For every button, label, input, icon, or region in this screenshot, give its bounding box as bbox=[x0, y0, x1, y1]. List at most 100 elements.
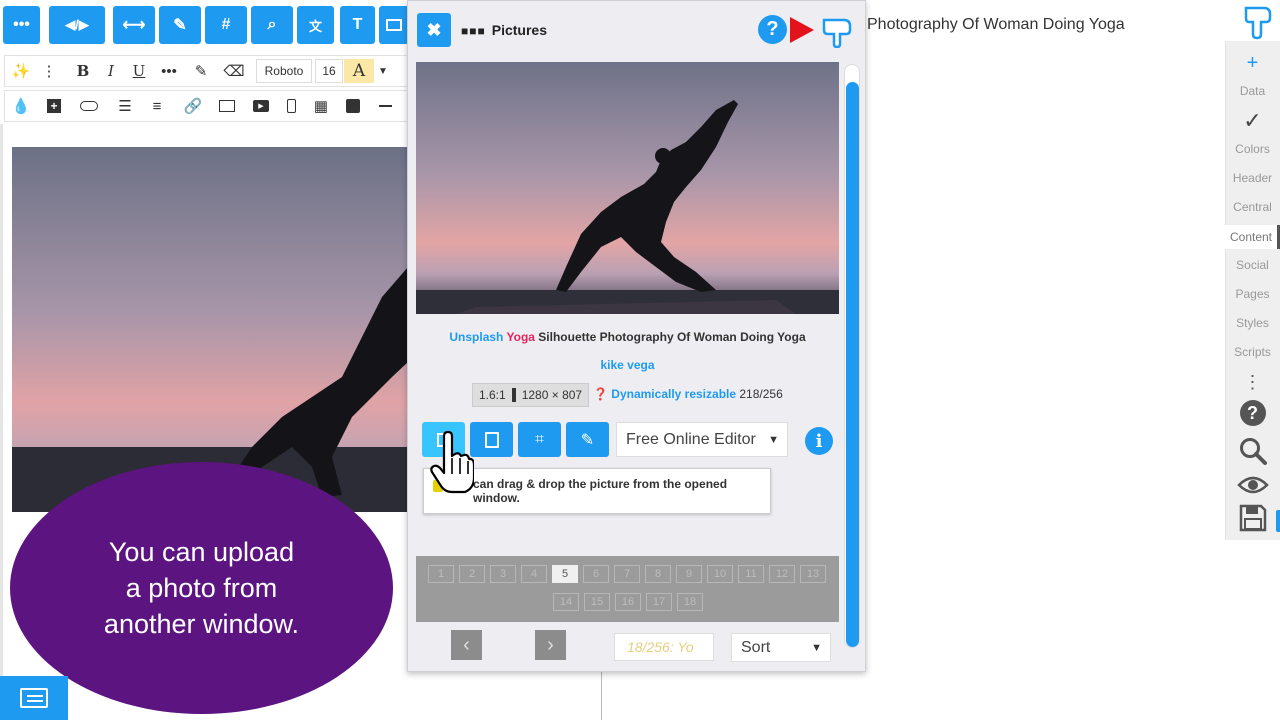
text-color-dropdown[interactable]: ▼ bbox=[376, 59, 390, 83]
page-button-5[interactable]: 5 bbox=[552, 565, 578, 583]
underline-button[interactable]: U bbox=[127, 59, 151, 83]
block-button[interactable] bbox=[341, 94, 365, 118]
selected-photo-preview[interactable] bbox=[416, 62, 839, 314]
hash-button[interactable]: # bbox=[205, 6, 247, 44]
bullet-list-button[interactable]: ☰ bbox=[113, 94, 137, 118]
menu-dots-button[interactable]: ••• bbox=[3, 6, 40, 44]
pencil-button[interactable]: ✎ bbox=[189, 59, 213, 83]
info-icon: i bbox=[815, 430, 823, 452]
close-icon: ✖ bbox=[426, 19, 442, 40]
page-button-16[interactable]: 16 bbox=[615, 593, 641, 611]
image-button[interactable] bbox=[215, 94, 239, 118]
font-family-select[interactable]: Roboto bbox=[256, 59, 312, 83]
page-button-6[interactable]: 6 bbox=[583, 565, 609, 583]
toggle-button[interactable] bbox=[77, 94, 101, 118]
vertical-dots-button[interactable]: ⋮ bbox=[37, 59, 61, 83]
fill-color-button[interactable]: 💧 bbox=[9, 94, 33, 118]
yoga-preview-image bbox=[416, 62, 839, 314]
online-editor-select[interactable]: Free Online Editor ▼ bbox=[616, 422, 788, 457]
sort-select[interactable]: Sort ▼ bbox=[731, 633, 831, 662]
table-button[interactable]: ▦ bbox=[309, 94, 333, 118]
help-sidebar-button[interactable]: ? bbox=[1225, 400, 1280, 426]
sidebar-item-styles[interactable]: Styles bbox=[1225, 316, 1280, 330]
sidebar-item-content[interactable]: Content bbox=[1225, 225, 1280, 249]
more-format-button[interactable]: ••• bbox=[157, 59, 181, 83]
sidebar-item-social[interactable]: Social bbox=[1225, 258, 1280, 272]
photo-caption: Unsplash Yoga Silhouette Photography Of … bbox=[416, 330, 839, 344]
check-icon[interactable]: ✓ bbox=[1225, 108, 1280, 134]
horizontal-rule-button[interactable] bbox=[373, 94, 397, 118]
edit-image-button[interactable]: ✎ bbox=[566, 422, 609, 457]
page-button-8[interactable]: 8 bbox=[645, 565, 671, 583]
play-video-icon[interactable] bbox=[790, 17, 814, 43]
search-sidebar-button[interactable] bbox=[1225, 436, 1280, 471]
bold-button[interactable]: B bbox=[71, 59, 95, 83]
add-block-button[interactable]: + bbox=[42, 94, 66, 118]
close-panel-button[interactable]: ✖ bbox=[417, 13, 451, 47]
page-button-15[interactable]: 15 bbox=[584, 593, 610, 611]
photo-author-link[interactable]: kike vega bbox=[416, 358, 839, 372]
sidebar-item-pages[interactable]: Pages bbox=[1225, 287, 1280, 301]
chevron-left-icon: ‹ bbox=[463, 633, 470, 656]
page-button-14[interactable]: 14 bbox=[553, 593, 579, 611]
sidebar-item-header[interactable]: Header bbox=[1225, 171, 1280, 185]
page-button-3[interactable]: 3 bbox=[490, 565, 516, 583]
photo-keyword[interactable]: Yoga bbox=[507, 330, 535, 344]
numbered-list-button[interactable]: ≡ bbox=[145, 94, 169, 118]
photo-source-link[interactable]: Unsplash bbox=[449, 330, 503, 344]
list-view-button[interactable] bbox=[0, 676, 68, 720]
pixel-size: 1280 × 807 bbox=[521, 388, 583, 402]
page-button-4[interactable]: 4 bbox=[521, 565, 547, 583]
page-button-1[interactable]: 1 bbox=[428, 565, 454, 583]
text-button[interactable]: T bbox=[340, 6, 375, 44]
video-button[interactable]: ▶ bbox=[249, 94, 273, 118]
help-button[interactable]: ? bbox=[758, 15, 787, 44]
page-button-2[interactable]: 2 bbox=[459, 565, 485, 583]
mobile-button[interactable] bbox=[281, 94, 301, 118]
drag-handle-icon[interactable]: ■■■ bbox=[461, 24, 486, 38]
translate-icon: 文 bbox=[308, 18, 322, 34]
info-button[interactable]: i bbox=[805, 427, 833, 455]
page-button-7[interactable]: 7 bbox=[614, 565, 640, 583]
page-button-12[interactable]: 12 bbox=[769, 565, 795, 583]
search-button[interactable]: ⌕ bbox=[251, 6, 293, 44]
upload-image-button[interactable] bbox=[470, 422, 513, 457]
translate-button[interactable]: 文 bbox=[297, 6, 334, 44]
link-button[interactable]: 🔗 bbox=[181, 94, 205, 118]
photo-counter-input[interactable]: 18/256: Yo bbox=[614, 633, 714, 661]
crop-button[interactable]: ⌗ bbox=[518, 422, 561, 457]
page-button-11[interactable]: 11 bbox=[738, 565, 764, 583]
add-icon[interactable]: + bbox=[1225, 52, 1280, 75]
text-color-button[interactable]: A bbox=[344, 59, 374, 83]
italic-button[interactable]: I bbox=[99, 59, 123, 83]
preview-button[interactable] bbox=[1225, 474, 1280, 501]
more-toolbar-button[interactable] bbox=[379, 6, 409, 44]
page-button-13[interactable]: 13 bbox=[800, 565, 826, 583]
panel-scroll-thumb[interactable] bbox=[846, 82, 859, 647]
brush-button[interactable]: ✎ bbox=[159, 6, 201, 44]
magic-wand-button[interactable]: ✨ bbox=[9, 59, 33, 83]
save-button[interactable] bbox=[1225, 504, 1280, 537]
page-button-17[interactable]: 17 bbox=[646, 593, 672, 611]
page-button-10[interactable]: 10 bbox=[707, 565, 733, 583]
prev-page-button[interactable]: ‹ bbox=[451, 630, 482, 660]
help-circle-icon: ? bbox=[1239, 400, 1266, 426]
editor-photo[interactable] bbox=[12, 147, 408, 512]
sidebar-item-scripts[interactable]: Scripts bbox=[1225, 345, 1280, 359]
pointing-hand-icon[interactable] bbox=[820, 14, 854, 48]
page-button-18[interactable]: 18 bbox=[677, 593, 703, 611]
question-circle-icon[interactable]: ❓ bbox=[593, 387, 608, 401]
page-button-9[interactable]: 9 bbox=[676, 565, 702, 583]
sidebar-item-central[interactable]: Central bbox=[1225, 200, 1280, 214]
more-vertical-icon[interactable]: ⋮ bbox=[1225, 372, 1280, 393]
pointing-hand-icon[interactable] bbox=[1242, 4, 1274, 40]
next-page-button[interactable]: › bbox=[535, 630, 566, 660]
width-toggle-button[interactable]: ⟷ bbox=[113, 6, 155, 44]
sidebar-edge-tab[interactable] bbox=[1276, 510, 1280, 532]
sidebar-item-colors[interactable]: Colors bbox=[1225, 142, 1280, 156]
eraser-button[interactable]: ⌫ bbox=[221, 59, 247, 83]
code-toggle-button[interactable]: ◀/▶ bbox=[49, 6, 105, 44]
font-size-select[interactable]: 16 bbox=[315, 59, 343, 83]
table-icon: ▦ bbox=[313, 98, 329, 115]
sidebar-item-data[interactable]: Data bbox=[1225, 84, 1280, 98]
